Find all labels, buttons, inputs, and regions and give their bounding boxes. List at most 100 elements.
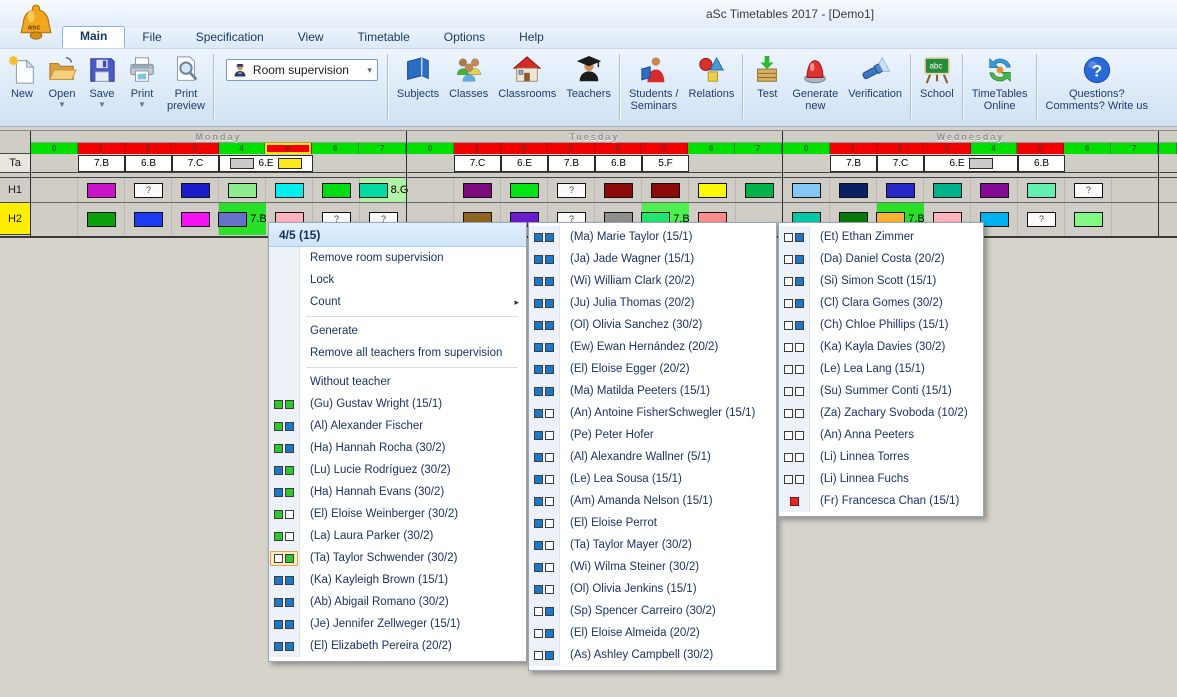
dropdown-arrow-icon[interactable]: ▼ xyxy=(138,101,146,108)
teacher-item-am-amanda-nelson-15-1[interactable]: (Am) Amanda Nelson (15/1) xyxy=(529,490,776,512)
menu-item-without-teacher[interactable]: Without teacher xyxy=(269,371,526,393)
menu-item-count[interactable]: Count▸ xyxy=(269,291,526,313)
duty-cell[interactable] xyxy=(313,178,360,202)
toolbar-button-subjects[interactable]: Subjects xyxy=(392,52,444,100)
teacher-card[interactable] xyxy=(886,183,915,198)
period-cell[interactable]: 0 xyxy=(407,143,454,154)
teacher-item-ta-taylor-schwender-30-2[interactable]: (Ta) Taylor Schwender (30/2) xyxy=(269,547,526,569)
toolbar-button-timetables-online[interactable]: TimeTablesOnline xyxy=(967,52,1033,112)
teacher-item-ew-ewan-hern-ndez-20-2[interactable]: (Ew) Ewan Hernández (20/2) xyxy=(529,336,776,358)
teacher-card[interactable] xyxy=(228,183,257,198)
teacher-card[interactable] xyxy=(745,183,774,198)
teacher-card[interactable] xyxy=(980,183,1009,198)
duty-cell[interactable] xyxy=(78,203,125,235)
teacher-item-ol-olivia-sanchez-30-2[interactable]: (Ol) Olivia Sanchez (30/2) xyxy=(529,314,776,336)
teacher-item-gu-gustav-wright-15-1[interactable]: (Gu) Gustav Wright (15/1) xyxy=(269,393,526,415)
dropdown-arrow-icon[interactable]: ▼ xyxy=(58,101,66,108)
tab-options[interactable]: Options xyxy=(427,28,502,48)
class-cell[interactable]: 6.B xyxy=(1018,155,1065,172)
period-cell[interactable]: 7 xyxy=(359,143,406,154)
unknown-teacher-card[interactable]: ? xyxy=(557,183,586,198)
teacher-item-la-laura-parker-30-2[interactable]: (La) Laura Parker (30/2) xyxy=(269,525,526,547)
row-label-h2[interactable]: H2 xyxy=(0,203,30,235)
duty-cell[interactable] xyxy=(1018,178,1065,202)
duty-cell[interactable] xyxy=(783,178,830,202)
menu-item-remove-room-supervision[interactable]: Remove room supervision xyxy=(269,247,526,269)
teacher-item-le-lea-sousa-15-1[interactable]: (Le) Lea Sousa (15/1) xyxy=(529,468,776,490)
teacher-item-ka-kayla-davies-30-2[interactable]: (Ka) Kayla Davies (30/2) xyxy=(779,336,983,358)
duty-cell[interactable] xyxy=(501,178,548,202)
duty-cell[interactable] xyxy=(642,178,689,202)
tab-help[interactable]: Help xyxy=(502,28,561,48)
teacher-card[interactable] xyxy=(839,183,868,198)
teacher-item-el-eloise-egger-20-2[interactable]: (El) Eloise Egger (20/2) xyxy=(529,358,776,380)
toolbar-button-generate-new[interactable]: Generatenew xyxy=(787,52,843,112)
class-cell[interactable]: 5.F xyxy=(642,155,689,172)
period-cell[interactable]: 0 xyxy=(783,143,830,154)
toolbar-button-school[interactable]: abcSchool xyxy=(915,52,959,100)
toolbar-button-open[interactable]: Open▼ xyxy=(42,52,82,108)
teacher-card[interactable] xyxy=(1074,212,1103,227)
duty-cell[interactable] xyxy=(971,178,1018,202)
unknown-teacher-card[interactable]: ? xyxy=(1074,183,1103,198)
duty-cell[interactable]: ? xyxy=(1018,203,1065,235)
unknown-teacher-card[interactable]: ? xyxy=(134,183,163,198)
mode-select-combo[interactable]: Room supervision▾ xyxy=(226,59,378,81)
period-cell[interactable] xyxy=(1159,143,1177,154)
menu-item-lock[interactable]: Lock xyxy=(269,269,526,291)
teacher-item-su-summer-conti-15-1[interactable]: (Su) Summer Conti (15/1) xyxy=(779,380,983,402)
period-cell[interactable]: 6 xyxy=(312,143,359,154)
teacher-item-cl-clara-gomes-30-2[interactable]: (Cl) Clara Gomes (30/2) xyxy=(779,292,983,314)
teacher-item-al-alexandre-wallner-5-1[interactable]: (Al) Alexandre Wallner (5/1) xyxy=(529,446,776,468)
toolbar-button-classes[interactable]: Classes xyxy=(444,52,493,100)
period-cell[interactable]: 3 xyxy=(924,143,971,154)
period-cell[interactable]: 3 xyxy=(172,143,219,154)
tab-view[interactable]: View xyxy=(281,28,341,48)
toolbar-button-test[interactable]: Test xyxy=(747,52,787,100)
duty-cell[interactable] xyxy=(830,178,877,202)
toolbar-button-questions-comments-write-us[interactable]: ?Questions?Comments? Write us xyxy=(1041,52,1154,112)
row-label-ta[interactable]: Ta xyxy=(0,154,30,173)
class-cell[interactable]: 6.E xyxy=(501,155,548,172)
duty-cell[interactable]: ? xyxy=(125,178,172,202)
period-cell[interactable]: 6 xyxy=(688,143,735,154)
asc-bell-logo-icon[interactable]: asc xyxy=(14,2,58,46)
tab-timetable[interactable]: Timetable xyxy=(341,28,427,48)
period-cell[interactable]: 5 xyxy=(641,143,688,154)
duty-cell[interactable] xyxy=(78,178,125,202)
duty-cell[interactable] xyxy=(125,203,172,235)
period-cell[interactable]: 4 xyxy=(971,143,1018,154)
teacher-item-pe-peter-hofer[interactable]: (Pe) Peter Hofer xyxy=(529,424,776,446)
period-cell[interactable]: 6 xyxy=(1064,143,1111,154)
teacher-item-ta-taylor-mayer-30-2[interactable]: (Ta) Taylor Mayer (30/2) xyxy=(529,534,776,556)
teacher-card[interactable] xyxy=(87,183,116,198)
row-label-h1[interactable]: H1 xyxy=(0,178,30,203)
teacher-item-ha-hannah-rocha-30-2[interactable]: (Ha) Hannah Rocha (30/2) xyxy=(269,437,526,459)
teacher-item-fr-francesca-chan-15-1[interactable]: (Fr) Francesca Chan (15/1) xyxy=(779,490,983,512)
teacher-card[interactable] xyxy=(463,183,492,198)
teacher-item-al-alexander-fischer[interactable]: (Al) Alexander Fischer xyxy=(269,415,526,437)
class-cell[interactable]: 6.E xyxy=(924,155,1018,172)
teacher-item-el-elizabeth-pereira-20-2[interactable]: (El) Elizabeth Pereira (20/2) xyxy=(269,635,526,657)
period-cell[interactable]: 1 xyxy=(454,143,501,154)
duty-cell[interactable] xyxy=(172,178,219,202)
class-cell[interactable]: 7.C xyxy=(454,155,501,172)
teacher-item-ma-matilda-peeters-15-1[interactable]: (Ma) Matilda Peeters (15/1) xyxy=(529,380,776,402)
teacher-item-ha-hannah-evans-30-2[interactable]: (Ha) Hannah Evans (30/2) xyxy=(269,481,526,503)
tab-main[interactable]: Main xyxy=(62,26,125,48)
period-cell[interactable]: 7 xyxy=(735,143,782,154)
teacher-card[interactable] xyxy=(1027,183,1056,198)
menu-item-generate[interactable]: Generate xyxy=(269,320,526,342)
teacher-item-el-eloise-almeida-20-2[interactable]: (El) Eloise Almeida (20/2) xyxy=(529,622,776,644)
period-cell[interactable]: 4 xyxy=(595,143,642,154)
period-cell[interactable]: 1 xyxy=(78,143,125,154)
period-cell[interactable]: 4 xyxy=(219,143,266,154)
duty-cell[interactable]: ? xyxy=(1065,178,1112,202)
toolbar-button-students-seminars[interactable]: Students /Seminars xyxy=(624,52,684,112)
teacher-item-el-eloise-perrot[interactable]: (El) Eloise Perrot xyxy=(529,512,776,534)
period-cell-selected[interactable]: 5 xyxy=(265,143,312,154)
duty-cell[interactable]: 7.B xyxy=(219,203,266,235)
teacher-card[interactable] xyxy=(510,183,539,198)
duty-cell[interactable] xyxy=(595,178,642,202)
dropdown-arrow-icon[interactable]: ▼ xyxy=(98,101,106,108)
